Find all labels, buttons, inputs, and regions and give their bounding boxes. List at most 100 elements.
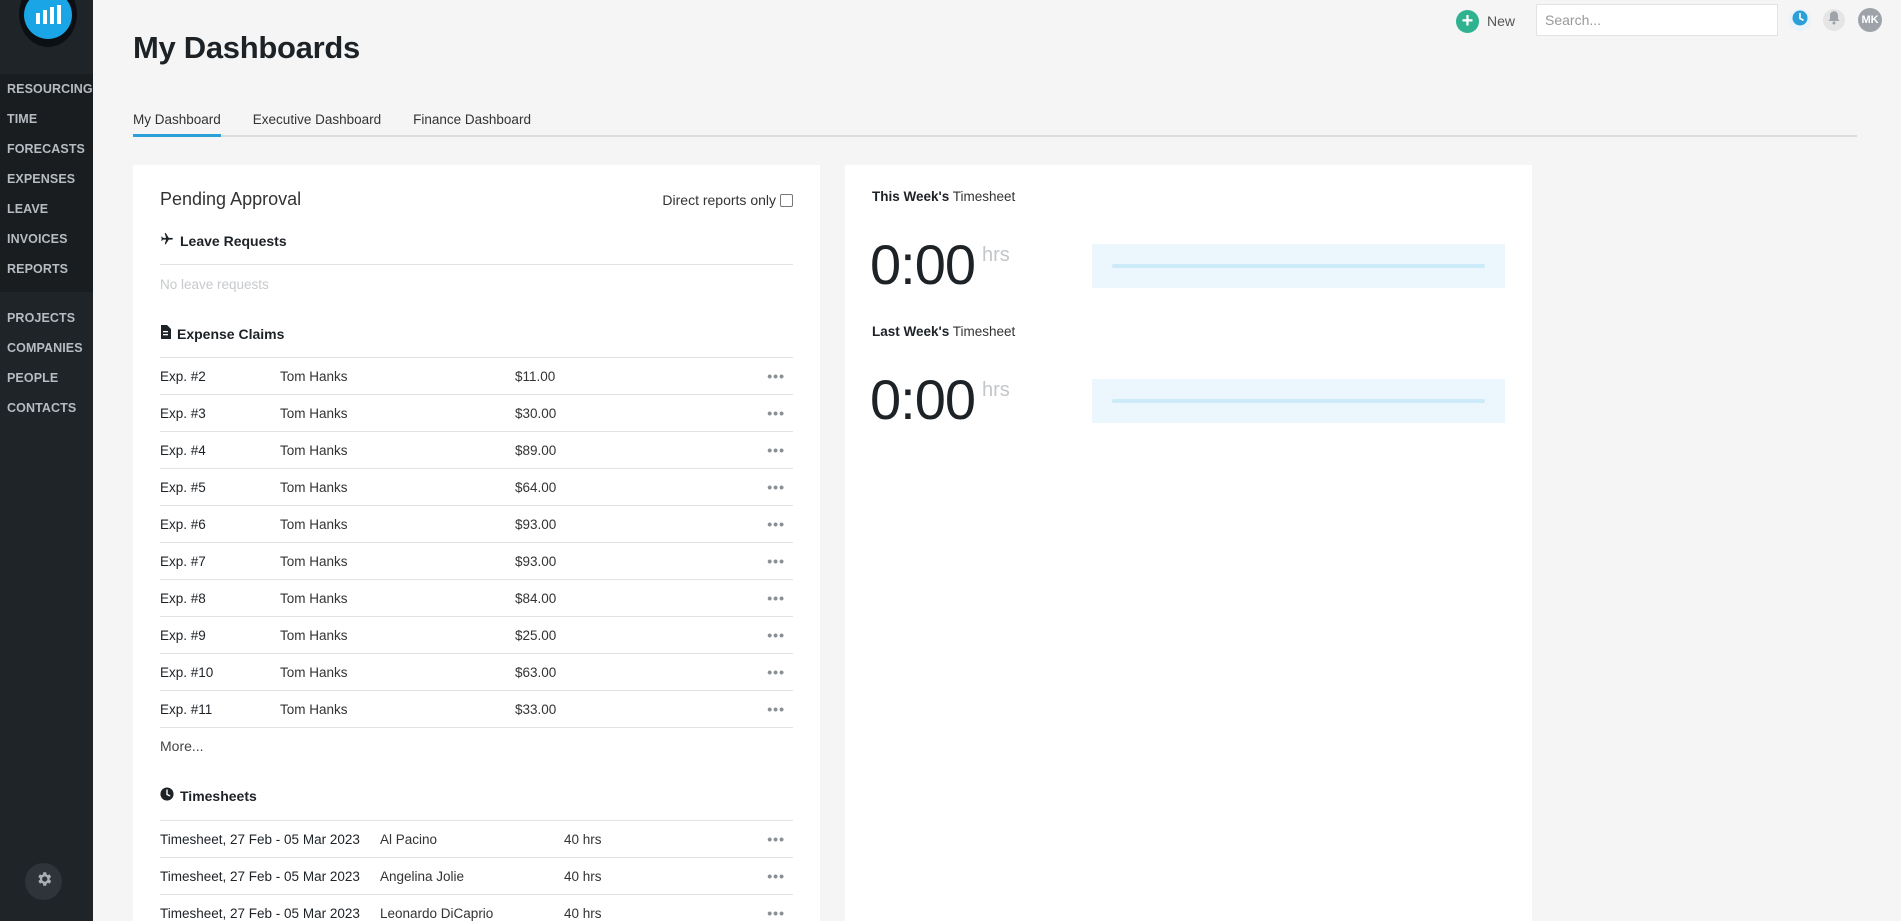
more-actions-icon[interactable]: ••• bbox=[767, 405, 785, 421]
gear-icon bbox=[35, 870, 53, 893]
more-expenses-link[interactable]: More... bbox=[160, 738, 204, 754]
last-week-label: Last Week's Timesheet bbox=[872, 324, 1015, 339]
nav-forecasts[interactable]: FORECASTS bbox=[0, 134, 93, 164]
more-actions-icon[interactable]: ••• bbox=[767, 442, 785, 458]
user-avatar[interactable]: MK bbox=[1858, 8, 1882, 32]
pending-approval-card: Pending Approval Direct reports only Lea… bbox=[133, 165, 820, 921]
timesheet-period: Timesheet, 27 Feb - 05 Mar 2023 bbox=[160, 869, 360, 884]
timer-button[interactable] bbox=[1789, 9, 1811, 31]
timesheet-row[interactable]: Timesheet, 27 Feb - 05 Mar 2023 Angelina … bbox=[160, 858, 793, 895]
more-actions-icon[interactable]: ••• bbox=[767, 368, 785, 384]
nav-companies[interactable]: COMPANIES bbox=[0, 333, 93, 363]
page-title: My Dashboards bbox=[133, 30, 360, 65]
timesheet-row[interactable]: Timesheet, 27 Feb - 05 Mar 2023 Al Pacino… bbox=[160, 821, 793, 858]
bell-icon bbox=[1827, 10, 1841, 30]
direct-reports-checkbox[interactable] bbox=[780, 193, 793, 207]
expense-amount: $93.00 bbox=[515, 554, 557, 569]
nav-people[interactable]: PEOPLE bbox=[0, 363, 93, 393]
nav-resourcing[interactable]: RESOURCING bbox=[0, 74, 93, 104]
timesheet-period: Timesheet, 27 Feb - 05 Mar 2023 bbox=[160, 906, 360, 921]
nav-contacts[interactable]: CONTACTS bbox=[0, 393, 93, 423]
expense-row[interactable]: Exp. #5 Tom Hanks $64.00 ••• bbox=[160, 469, 793, 506]
this-week-progress bbox=[1092, 244, 1505, 288]
app-logo[interactable] bbox=[19, 0, 77, 47]
expense-row[interactable]: Exp. #9 Tom Hanks $25.00 ••• bbox=[160, 617, 793, 654]
expense-person: Tom Hanks bbox=[280, 665, 348, 680]
more-actions-icon[interactable]: ••• bbox=[767, 664, 785, 680]
timesheet-period: Timesheet, 27 Feb - 05 Mar 2023 bbox=[160, 832, 360, 847]
expense-row[interactable]: Exp. #6 Tom Hanks $93.00 ••• bbox=[160, 506, 793, 543]
expense-person: Tom Hanks bbox=[280, 517, 348, 532]
expense-row[interactable]: Exp. #11 Tom Hanks $33.00 ••• bbox=[160, 691, 793, 728]
expense-row[interactable]: Exp. #8 Tom Hanks $84.00 ••• bbox=[160, 580, 793, 617]
expense-amount: $25.00 bbox=[515, 628, 557, 643]
more-actions-icon[interactable]: ••• bbox=[767, 627, 785, 643]
last-week-progress bbox=[1092, 379, 1505, 423]
nav-time[interactable]: TIME bbox=[0, 104, 93, 134]
expense-amount: $11.00 bbox=[515, 369, 556, 384]
nav-leave[interactable]: LEAVE bbox=[0, 194, 93, 224]
nav-invoices[interactable]: INVOICES bbox=[0, 224, 93, 254]
timesheets-heading: Timesheets bbox=[160, 787, 257, 804]
leave-empty-note: No leave requests bbox=[160, 277, 269, 292]
nav-projects[interactable]: PROJECTS bbox=[0, 303, 93, 333]
logo-icon bbox=[24, 0, 72, 39]
expense-id: Exp. #5 bbox=[160, 480, 206, 495]
settings-button[interactable] bbox=[25, 863, 62, 900]
expense-row[interactable]: Exp. #3 Tom Hanks $30.00 ••• bbox=[160, 395, 793, 432]
search-input[interactable] bbox=[1536, 4, 1778, 36]
expense-amount: $30.00 bbox=[515, 406, 557, 421]
expense-amount: $89.00 bbox=[515, 443, 557, 458]
last-week-unit: hrs bbox=[982, 379, 1010, 401]
expense-amount: $64.00 bbox=[515, 480, 557, 495]
expense-row[interactable]: Exp. #4 Tom Hanks $89.00 ••• bbox=[160, 432, 793, 469]
progress-track bbox=[1112, 264, 1485, 268]
more-actions-icon[interactable]: ••• bbox=[767, 831, 785, 847]
tab-finance-dashboard[interactable]: Finance Dashboard bbox=[413, 110, 531, 137]
more-actions-icon[interactable]: ••• bbox=[767, 553, 785, 569]
expense-amount: $93.00 bbox=[515, 517, 557, 532]
expense-amount: $63.00 bbox=[515, 665, 557, 680]
timesheet-person: Angelina Jolie bbox=[380, 869, 465, 884]
nav-reports[interactable]: REPORTS bbox=[0, 254, 93, 284]
expense-person: Tom Hanks bbox=[280, 591, 348, 606]
divider bbox=[160, 264, 793, 265]
notifications-button[interactable] bbox=[1823, 9, 1845, 31]
more-actions-icon[interactable]: ••• bbox=[767, 868, 785, 884]
direct-reports-toggle[interactable]: Direct reports only bbox=[662, 192, 793, 208]
expense-person: Tom Hanks bbox=[280, 406, 348, 421]
timesheet-hours: 40 hrs bbox=[564, 832, 602, 847]
expense-person: Tom Hanks bbox=[280, 443, 348, 458]
this-week-label-rest: Timesheet bbox=[952, 189, 1016, 204]
clock-icon bbox=[160, 787, 174, 804]
tab-my-dashboard[interactable]: My Dashboard bbox=[133, 110, 221, 137]
timesheet-person: Al Pacino bbox=[380, 832, 438, 847]
expense-claims-heading: Expense Claims bbox=[160, 325, 284, 342]
this-week-unit: hrs bbox=[982, 244, 1010, 266]
new-button-label: New bbox=[1487, 13, 1516, 29]
expense-id: Exp. #10 bbox=[160, 665, 214, 680]
nav-expenses[interactable]: EXPENSES bbox=[0, 164, 93, 194]
more-actions-icon[interactable]: ••• bbox=[767, 905, 785, 921]
expense-person: Tom Hanks bbox=[280, 554, 348, 569]
timesheets-label: Timesheets bbox=[180, 787, 257, 804]
expense-person: Tom Hanks bbox=[280, 480, 348, 495]
expense-row[interactable]: Exp. #2 Tom Hanks $11.00 ••• bbox=[160, 358, 793, 395]
more-actions-icon[interactable]: ••• bbox=[767, 479, 785, 495]
expense-row[interactable]: Exp. #7 Tom Hanks $93.00 ••• bbox=[160, 543, 793, 580]
more-actions-icon[interactable]: ••• bbox=[767, 590, 785, 606]
sidebar: RESOURCING TIME FORECASTS EXPENSES LEAVE… bbox=[0, 0, 93, 921]
new-button[interactable]: + New bbox=[1456, 9, 1515, 33]
timesheet-card: This Week's Timesheet 0:00 hrs Last Week… bbox=[845, 165, 1532, 921]
expense-id: Exp. #3 bbox=[160, 406, 206, 421]
this-week-hours: 0:00 bbox=[870, 233, 976, 296]
timesheet-hours: 40 hrs bbox=[564, 869, 602, 884]
tab-executive-dashboard[interactable]: Executive Dashboard bbox=[253, 110, 381, 137]
more-actions-icon[interactable]: ••• bbox=[767, 516, 785, 532]
timesheet-row[interactable]: Timesheet, 27 Feb - 05 Mar 2023 Leonardo … bbox=[160, 895, 793, 921]
expense-row[interactable]: Exp. #10 Tom Hanks $63.00 ••• bbox=[160, 654, 793, 691]
expense-id: Exp. #4 bbox=[160, 443, 206, 458]
expense-id: Exp. #9 bbox=[160, 628, 206, 643]
leave-requests-label: Leave Requests bbox=[180, 232, 287, 249]
more-actions-icon[interactable]: ••• bbox=[767, 701, 785, 717]
